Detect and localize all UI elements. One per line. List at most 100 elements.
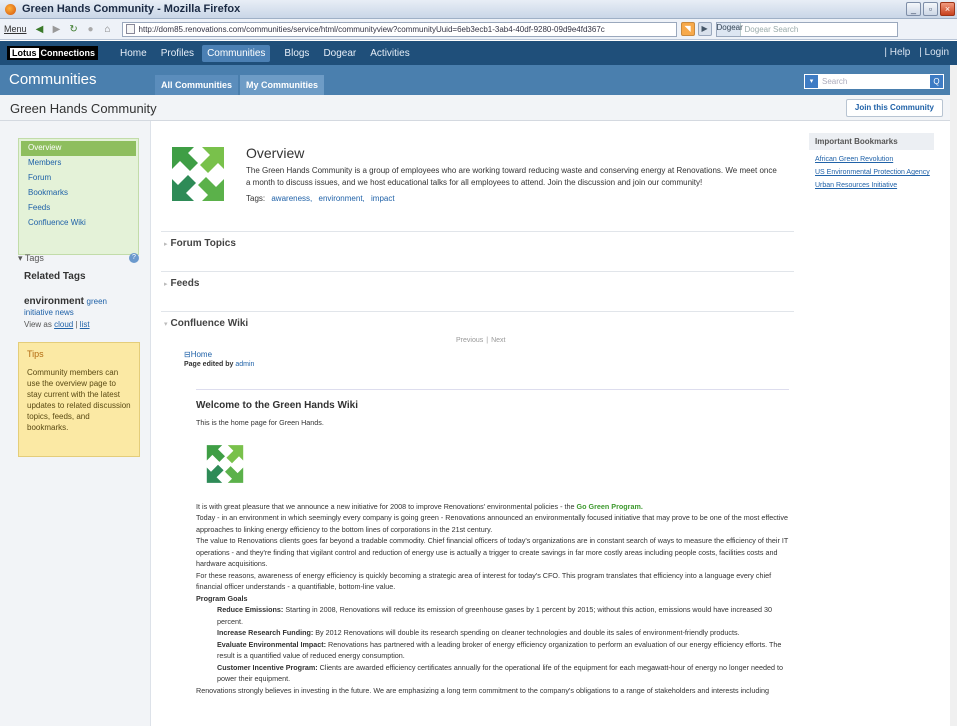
nav-item-bookmarks[interactable]: Bookmarks: [19, 186, 138, 201]
tips-box: Tips Community members can use the overv…: [18, 342, 140, 457]
wiki-heading: Welcome to the Green Hands Wiki: [196, 400, 358, 411]
tips-text: Community members can use the overview p…: [27, 368, 131, 432]
app-nav-bar: Lotus Connections Home Profiles Communiti…: [0, 41, 957, 65]
community-title-bar: Green Hands Community Join this Communit…: [0, 95, 957, 121]
search-scope-dropdown[interactable]: ▾: [805, 75, 818, 88]
nav-home[interactable]: Home: [120, 48, 147, 59]
nav-profiles[interactable]: Profiles: [161, 48, 194, 59]
section-forum-topics[interactable]: ▸ Forum Topics: [161, 231, 794, 251]
tag-green[interactable]: green: [87, 297, 107, 306]
wiki-body: Welcome to the Green Hands Wiki This is …: [196, 389, 789, 696]
close-button[interactable]: ×: [940, 2, 955, 16]
goal-item: Reduce Emissions: Starting in 2008, Reno…: [217, 605, 772, 626]
browser-search[interactable]: Dogear Dogear Search: [715, 21, 898, 37]
next-link[interactable]: Next: [491, 337, 505, 344]
url-text: http://dom85.renovations.com/communities…: [138, 24, 605, 34]
nav-blogs[interactable]: Blogs: [284, 48, 309, 59]
back-icon[interactable]: ◀: [33, 22, 47, 36]
reload-icon[interactable]: ↻: [67, 22, 81, 36]
stop-icon[interactable]: ●: [84, 22, 98, 36]
communities-title: Communities: [9, 71, 97, 88]
browser-search-placeholder: Dogear Search: [744, 24, 799, 34]
section-confluence-wiki[interactable]: ▾ Confluence Wiki: [161, 311, 794, 331]
overview-title: Overview: [246, 145, 305, 161]
wiki-paragraph: For these reasons, awareness of energy e…: [196, 570, 772, 592]
tag-link-awareness[interactable]: awareness,: [271, 194, 312, 203]
forward-icon[interactable]: ▶: [50, 22, 64, 36]
related-tags-heading: Related Tags: [24, 271, 86, 282]
help-icon[interactable]: ?: [129, 253, 139, 263]
menu-button[interactable]: Menu: [4, 24, 27, 34]
home-icon[interactable]: ⌂: [101, 22, 115, 36]
minimize-button[interactable]: _: [906, 2, 921, 16]
wiki-home-link[interactable]: ⊟Home: [184, 350, 789, 359]
green-hands-logo-icon: [172, 147, 224, 201]
community-search[interactable]: ▾ Search Q: [804, 74, 944, 89]
window-title-bar: Green Hands Community - Mozilla Firefox …: [0, 0, 957, 19]
tag-initiative-news[interactable]: initiative news: [24, 308, 74, 317]
goal-item: Increase Research Funding: By 2012 Renov…: [217, 628, 740, 637]
nav-dogear[interactable]: Dogear: [323, 48, 356, 59]
wiki-paragraph: Renovations strongly believes in investi…: [196, 685, 769, 695]
wiki-pager: Previous | Next: [456, 337, 506, 344]
collapse-icon[interactable]: ▾: [18, 253, 23, 263]
divider: |: [884, 47, 887, 58]
goals-heading: Program Goals: [196, 593, 248, 603]
page-scrollbar[interactable]: [950, 65, 957, 726]
community-nav: Overview Members Forum Bookmarks Feeds C…: [18, 138, 139, 255]
tag-environment[interactable]: environment: [24, 296, 84, 307]
wiki-paragraph: Today - in an environment in which seemi…: [196, 513, 788, 534]
community-name: Green Hands Community: [10, 101, 157, 116]
login-link[interactable]: Login: [925, 47, 949, 58]
window-controls: _ ▫ ×: [906, 2, 955, 16]
bookmark-link[interactable]: Urban Resources Initiative: [815, 182, 939, 189]
view-cloud-link[interactable]: cloud: [54, 320, 73, 329]
overview-tags: Tags: awareness, environment, impact: [246, 194, 395, 203]
section-feeds[interactable]: ▸ Feeds: [161, 271, 794, 291]
tag-link-impact[interactable]: impact: [371, 194, 395, 203]
page-icon: [125, 24, 135, 34]
divider: |: [919, 47, 922, 58]
help-link[interactable]: Help: [890, 47, 911, 58]
tips-title: Tips: [27, 349, 44, 359]
join-community-button[interactable]: Join this Community: [845, 99, 943, 117]
tags-title: Tags: [24, 253, 44, 263]
wiki-paragraph: The value to Renovations clients goes fa…: [196, 536, 789, 568]
tags-label: Tags:: [246, 194, 266, 203]
window-title: Green Hands Community - Mozilla Firefox: [22, 3, 241, 15]
goal-item: Evaluate Environmental Impact: Renovatio…: [217, 639, 782, 661]
search-engine-selector[interactable]: Dogear: [716, 22, 743, 36]
editor-link[interactable]: admin: [235, 361, 254, 368]
tag-link-environment[interactable]: environment,: [319, 194, 365, 203]
rss-icon[interactable]: ◥: [680, 22, 695, 36]
tags-header[interactable]: ▾ Tags ?: [18, 253, 139, 264]
wiki-edited-by: Page edited by admin: [184, 361, 255, 368]
tab-my-communities[interactable]: My Communities: [240, 75, 325, 95]
lotus-logo: Lotus Connections: [7, 46, 99, 60]
nav-item-confluence-wiki[interactable]: Confluence Wiki: [19, 216, 138, 231]
search-icon[interactable]: Q: [930, 75, 943, 88]
view-list-link[interactable]: list: [80, 320, 90, 329]
nav-item-overview[interactable]: Overview: [21, 141, 136, 156]
goal-item: Customer Incentive Program: Clients are …: [217, 662, 783, 684]
wiki-header: ⊟Home Page edited by admin: [184, 350, 789, 368]
firefox-icon: [5, 3, 16, 15]
communities-header: Communities All Communities My Communiti…: [0, 65, 957, 95]
tab-all-communities[interactable]: All Communities: [155, 75, 239, 95]
nav-activities[interactable]: Activities: [370, 48, 409, 59]
bookmark-link[interactable]: African Green Revolution: [815, 156, 939, 163]
maximize-button[interactable]: ▫: [923, 2, 938, 16]
nav-item-members[interactable]: Members: [19, 156, 138, 171]
bookmark-link[interactable]: US Environmental Protection Agency: [815, 169, 939, 176]
nav-item-feeds[interactable]: Feeds: [19, 201, 138, 216]
go-green-link[interactable]: Go Green Program.: [577, 502, 643, 511]
search-input[interactable]: Search: [822, 77, 847, 86]
nav-communities[interactable]: Communities: [202, 44, 271, 62]
previous-link[interactable]: Previous: [456, 337, 483, 344]
tag-cloud: environment green initiative news: [24, 296, 134, 318]
nav-item-forum[interactable]: Forum: [19, 171, 138, 186]
go-icon[interactable]: ▶: [697, 22, 712, 36]
app-right-links: | Help | Login: [878, 47, 949, 58]
address-bar[interactable]: http://dom85.renovations.com/communities…: [121, 21, 677, 37]
view-as-label: View as: [24, 320, 52, 329]
